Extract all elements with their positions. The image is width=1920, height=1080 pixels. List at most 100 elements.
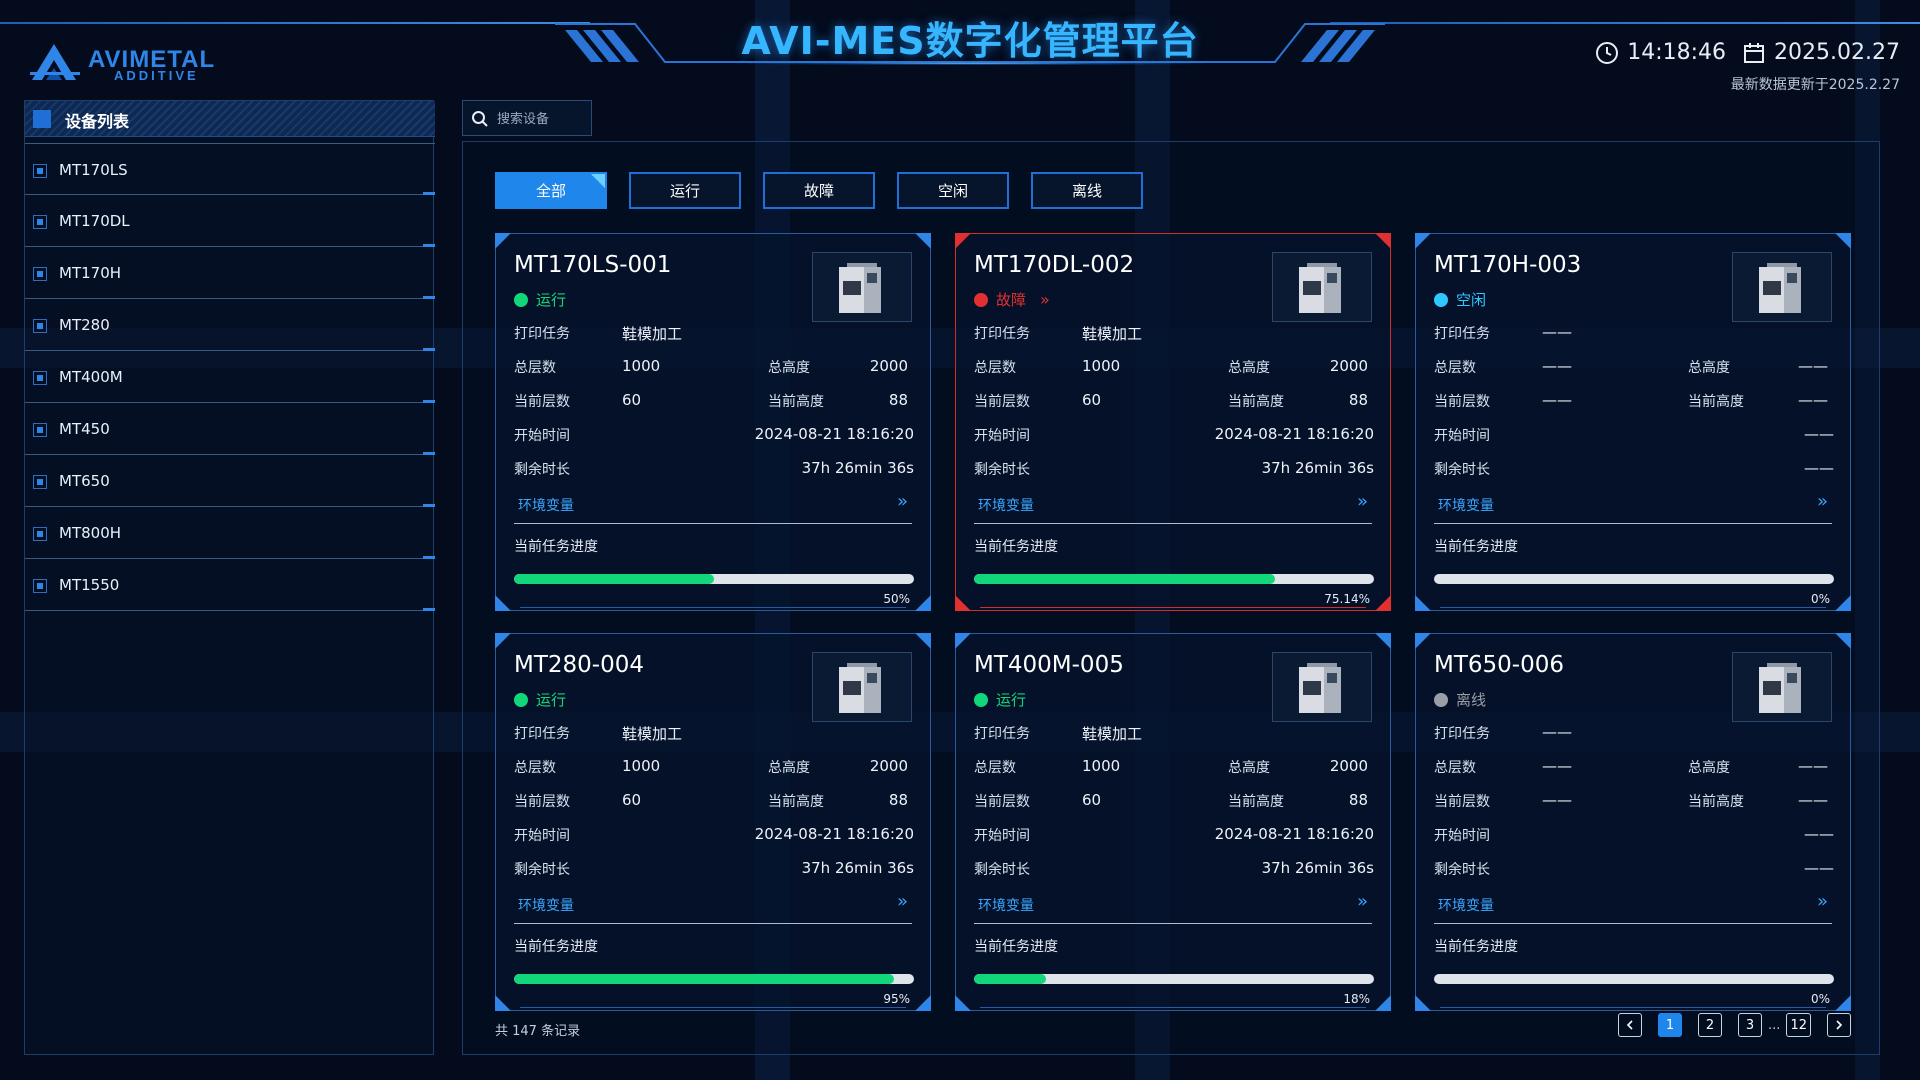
card-divider	[514, 523, 912, 524]
next-page-button[interactable]	[1827, 1013, 1851, 1037]
sidebar-item-mt170dl[interactable]: MT170DL	[25, 195, 435, 247]
status-dot-icon	[974, 292, 988, 307]
status-text: 空闲	[1456, 291, 1487, 309]
device-card[interactable]: MT650-006 离线 打印任务 —— 总层数 —— 总高度 —— 当前层数 —— 当前高度 —…	[1415, 633, 1851, 1011]
field-label: 开始时间	[1434, 428, 1490, 444]
device-card[interactable]: MT170H-003 空闲 打印任务 —— 总层数 —— 总高度 —— 当前层数 —— 当前高度…	[1415, 233, 1851, 611]
tab-all[interactable]: 全部	[495, 172, 607, 209]
double-chevron-right-icon[interactable]: »	[1817, 491, 1828, 512]
env-variables-link[interactable]: 环境变量	[978, 495, 1034, 515]
sidebar-header: 设备列表	[25, 101, 435, 137]
tab-offline[interactable]: 离线	[1031, 172, 1143, 209]
square-bullet-icon	[33, 371, 47, 385]
device-card[interactable]: MT170LS-001 运行 打印任务 鞋模加工 总层数 1000 总高度 2000 当前层…	[495, 233, 931, 611]
field-label: 当前层数	[974, 794, 1030, 810]
info-row: 剩余时长 37h 26min 36s	[974, 859, 1374, 879]
field-value: 37h 26min 36s	[801, 859, 914, 877]
card-corner	[915, 233, 931, 249]
field-value: 2000	[1329, 757, 1368, 775]
sidebar-item-mt450[interactable]: MT450	[25, 403, 435, 455]
info-row: 当前层数 60 当前高度 88	[514, 391, 914, 411]
info-row: 当前层数 —— 当前高度 ——	[1434, 391, 1834, 411]
card-corner	[495, 633, 511, 649]
sidebar-item-label: MT800H	[59, 524, 122, 542]
double-chevron-right-icon[interactable]: »	[1357, 891, 1368, 912]
device-image	[1272, 652, 1372, 722]
double-chevron-right-icon[interactable]: »	[897, 491, 908, 512]
field-label: 总层数	[974, 760, 1016, 776]
sidebar-item-label: MT280	[59, 316, 110, 334]
card-corner	[1415, 595, 1431, 611]
field-value: ——	[1804, 459, 1834, 477]
square-bullet-icon	[33, 267, 47, 281]
env-variables-link[interactable]: 环境变量	[1438, 495, 1494, 515]
progress-bar	[1434, 974, 1834, 984]
header: AVIMETAL ADDITIVE AVI-MES数字化管理平台 14:18:4…	[0, 0, 1920, 100]
sidebar-item-mt1550[interactable]: MT1550	[25, 559, 435, 611]
page-last-button[interactable]: 12	[1786, 1013, 1811, 1037]
env-variables-link[interactable]: 环境变量	[518, 495, 574, 515]
field-value: ——	[1798, 791, 1828, 809]
page-3-button[interactable]: 3	[1738, 1013, 1763, 1037]
card-corner	[915, 633, 931, 649]
chevron-left-icon	[1626, 1020, 1633, 1030]
field-label: 剩余时长	[514, 462, 570, 478]
device-card[interactable]: MT280-004 运行 打印任务 鞋模加工 总层数 1000 总高度 2000 当前层数 6…	[495, 633, 931, 1011]
info-row: 总层数 1000 总高度 2000	[514, 757, 914, 777]
field-value: 2000	[869, 757, 908, 775]
device-name: MT400M-005	[974, 652, 1124, 678]
double-chevron-right-icon[interactable]: »	[1817, 891, 1828, 912]
info-row: 当前层数 60 当前高度 88	[974, 391, 1374, 411]
field-label: 总层数	[1434, 760, 1476, 776]
field-value: 88	[1348, 791, 1368, 809]
status-dot-icon	[974, 692, 988, 707]
search-input[interactable]	[497, 109, 587, 129]
tab-idle[interactable]: 空闲	[897, 172, 1009, 209]
device-card[interactable]: MT400M-005 运行 打印任务 鞋模加工 总层数 1000 总高度 2000 当前层数…	[955, 633, 1391, 1011]
sidebar-item-mt280[interactable]: MT280	[25, 299, 435, 351]
device-card[interactable]: MT170DL-002 故障 » 打印任务 鞋模加工 总层数 1000 总高度 2000 当…	[955, 233, 1391, 611]
title-glow	[735, 62, 1205, 65]
env-variables-link[interactable]: 环境变量	[1438, 895, 1494, 915]
sidebar-item-mt400m[interactable]: MT400M	[25, 351, 435, 403]
prev-page-button[interactable]	[1618, 1013, 1643, 1037]
progress-label: 当前任务进度	[1434, 939, 1518, 955]
card-corner	[915, 595, 931, 611]
sidebar-item-label: MT170LS	[59, 161, 128, 179]
info-row: 当前层数 60 当前高度 88	[974, 791, 1374, 811]
card-corner	[1415, 233, 1431, 249]
card-corner	[1375, 233, 1391, 249]
page-1-button[interactable]: 1	[1658, 1013, 1683, 1037]
status-badge: 运行	[514, 289, 566, 310]
field-label: 当前层数	[974, 394, 1030, 410]
tab-running[interactable]: 运行	[629, 172, 741, 209]
tab-fault[interactable]: 故障	[763, 172, 875, 209]
status-badge: 运行	[514, 689, 566, 710]
field-value: 60	[622, 791, 642, 809]
sidebar-item-mt650[interactable]: MT650	[25, 455, 435, 507]
card-divider	[514, 923, 912, 924]
status-text: 运行	[536, 691, 567, 709]
info-row: 剩余时长 ——	[1434, 459, 1834, 479]
progress-label: 当前任务进度	[974, 939, 1058, 955]
sidebar-item-mt800h[interactable]: MT800H	[25, 507, 435, 559]
progress-percent: 50%	[883, 592, 910, 606]
clock-time: 14:18:46	[1627, 40, 1727, 65]
double-chevron-right-icon[interactable]: »	[1357, 491, 1368, 512]
double-chevron-right-icon[interactable]: »	[897, 891, 908, 912]
double-chevron-right-icon[interactable]: »	[1040, 290, 1050, 309]
header-line-left	[0, 22, 590, 24]
progress-percent: 18%	[1343, 992, 1370, 1006]
field-value: 鞋模加工	[622, 325, 683, 343]
info-row: 总层数 1000 总高度 2000	[974, 357, 1374, 377]
sidebar-item-mt170ls[interactable]: MT170LS	[25, 143, 435, 195]
status-dot-icon	[514, 692, 528, 707]
env-variables-link[interactable]: 环境变量	[978, 895, 1034, 915]
page-2-button[interactable]: 2	[1698, 1013, 1723, 1037]
sidebar-item-mt170h[interactable]: MT170H	[25, 247, 435, 299]
info-row: 打印任务 鞋模加工	[974, 323, 1374, 343]
pagination: 1 2 3 ... 12	[1618, 1013, 1851, 1037]
field-value: 1000	[1082, 757, 1121, 775]
env-variables-link[interactable]: 环境变量	[518, 895, 574, 915]
field-label: 总高度	[1228, 360, 1270, 376]
